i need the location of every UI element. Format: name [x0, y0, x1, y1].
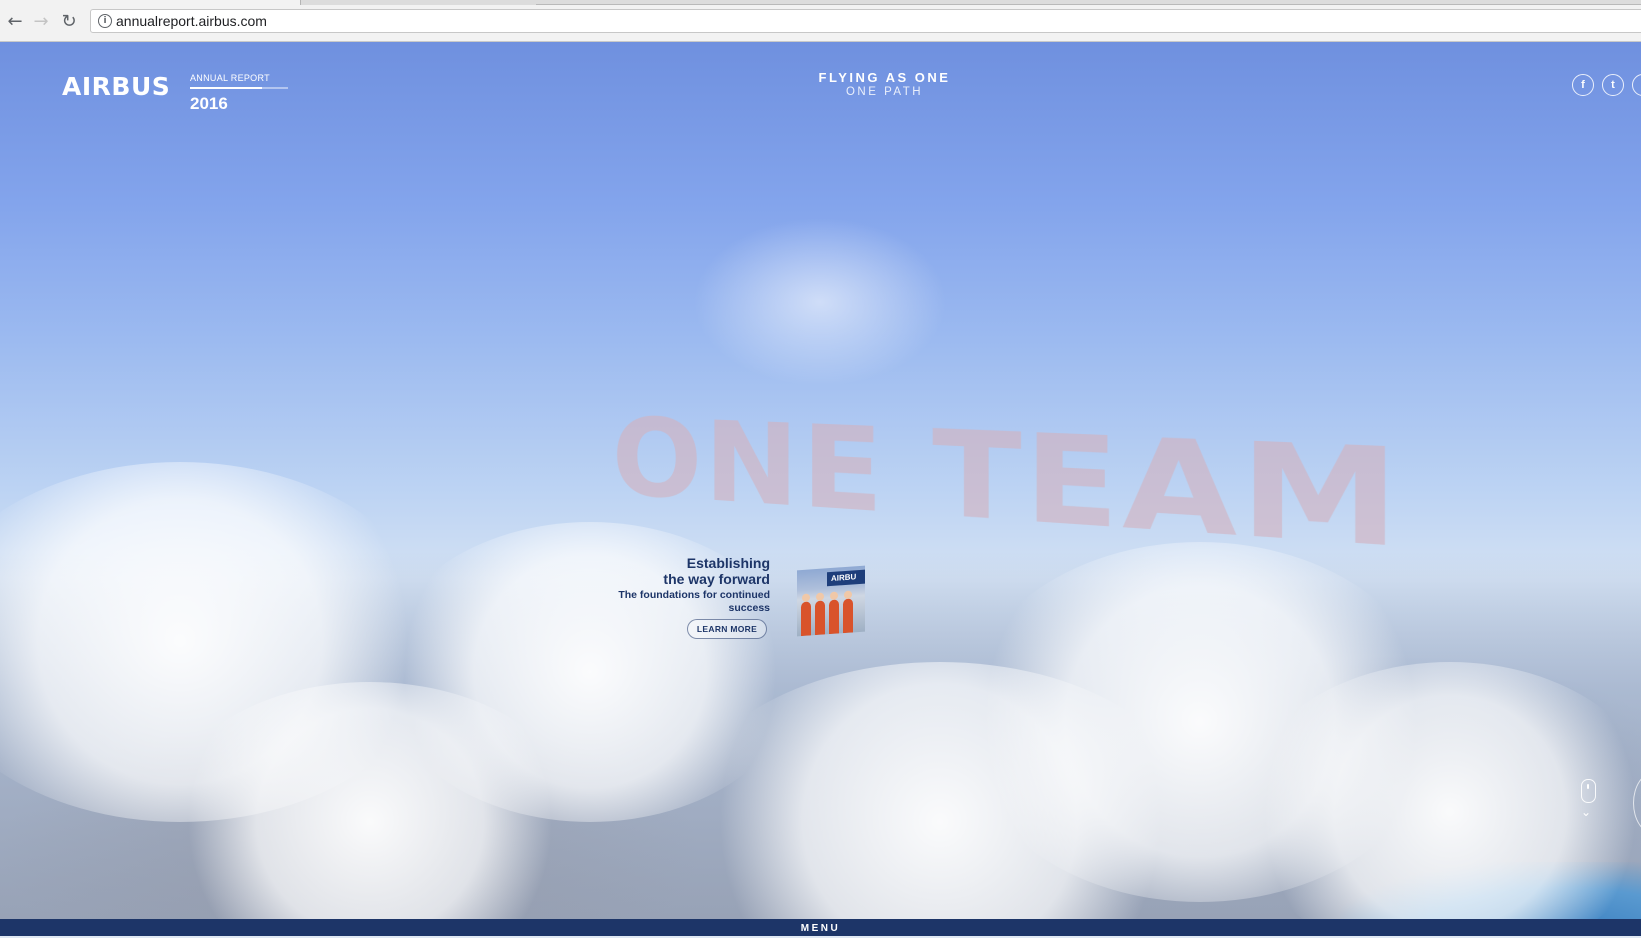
twitter-icon[interactable]: t	[1602, 74, 1624, 96]
photo-banner: AIRBU	[827, 569, 865, 586]
forward-button[interactable]: →	[30, 10, 52, 32]
section-tagline: FLYING AS ONE	[720, 70, 1049, 85]
arrow-left-icon: ←	[7, 11, 22, 32]
tab-strip	[0, 0, 1641, 5]
address-bar[interactable]: i annualreport.airbus.com	[90, 9, 1641, 33]
scroll-mouse-icon[interactable]	[1581, 779, 1596, 803]
back-button[interactable]: ←	[4, 10, 26, 32]
story-headline-line1: Establishing	[585, 555, 770, 571]
report-progress-line	[190, 87, 288, 89]
photo-person	[815, 600, 825, 635]
story-subtitle: The foundations for continued success	[585, 589, 770, 615]
report-year: 2016	[190, 94, 228, 114]
story-card: Establishing the way forward The foundat…	[585, 555, 770, 615]
report-progress-fill	[190, 87, 262, 89]
photo-person	[829, 599, 839, 634]
learn-more-button[interactable]: LEARN MORE	[687, 619, 767, 639]
photo-person	[843, 598, 853, 633]
page-viewport: AIRBUS ANNUAL REPORT 2016 FLYING AS ONE …	[0, 42, 1641, 936]
airbus-logo[interactable]: AIRBUS	[62, 72, 170, 101]
menu-label[interactable]: MENU	[801, 923, 840, 934]
reload-icon: ↻	[61, 11, 76, 32]
menu-bar[interactable]: MENU	[0, 919, 1641, 936]
mouse-wheel	[1587, 784, 1589, 789]
arrow-right-icon: →	[33, 11, 48, 32]
chevron-down-icon[interactable]: ⌄	[1581, 805, 1591, 819]
section-subtagline: ONE PATH	[720, 86, 1049, 98]
reload-button[interactable]: ↻	[58, 10, 80, 32]
facebook-icon[interactable]: f	[1572, 74, 1594, 96]
linkedin-icon[interactable]: i	[1632, 74, 1641, 96]
annual-report-label: ANNUAL REPORT	[190, 73, 270, 83]
story-thumbnail[interactable]: AIRBU	[797, 566, 865, 637]
active-tab[interactable]	[0, 0, 301, 5]
info-icon[interactable]: i	[98, 14, 112, 28]
photo-person	[801, 601, 811, 636]
url-text[interactable]: annualreport.airbus.com	[116, 13, 267, 29]
inactive-tab[interactable]	[536, 0, 1641, 5]
browser-toolbar: ← → ↻ i annualreport.airbus.com	[0, 0, 1641, 42]
story-headline-line2: the way forward	[585, 571, 770, 587]
